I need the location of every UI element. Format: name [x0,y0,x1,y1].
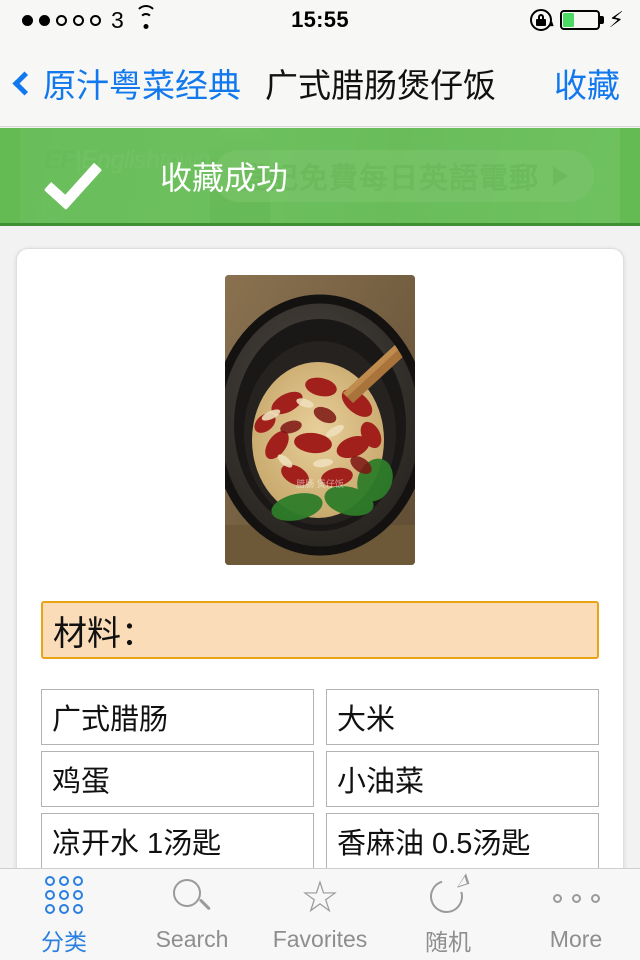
status-bar-clock: 15:55 [291,7,349,32]
ingredients-section-title: 材料： [53,614,155,653]
svg-text:腊肠 煲仔饭: 腊肠 煲仔饭 [296,478,344,490]
tab-search-label: Search [155,926,229,952]
tab-categories[interactable]: 分类 [0,869,128,960]
ingredient-cell: 鸡蛋 [41,751,314,807]
tab-more[interactable]: More [512,869,640,960]
tab-random[interactable]: 随机 [384,869,512,960]
favorite-button[interactable]: 收藏 [554,59,620,107]
app-screen: 3 15:55 ⚡ 原汁粤菜经典 广式腊肠煲仔饭 收藏 收藏成功 腊肠 煲仔饭 … [0,0,640,960]
recipe-photo: 腊肠 煲仔饭 [225,275,415,565]
chevron-left-icon [12,70,37,96]
ingredient-cell: 香麻油 0.5汤匙 [326,813,599,868]
ingredient-label: 广式腊肠 [52,704,169,736]
success-toast: 收藏成功 [0,128,640,226]
ingredient-label: 凉开水 1汤匙 [52,828,222,860]
rotation-lock-icon [529,9,555,31]
ingredient-label: 鸡蛋 [52,766,111,798]
more-dots-icon [552,876,600,920]
ingredient-label: 香麻油 0.5汤匙 [337,828,531,860]
search-icon [172,876,212,920]
tab-favorites-label: Favorites [272,926,368,952]
refresh-icon [424,872,470,919]
tab-categories-label: 分类 [41,928,87,955]
status-bar: 3 15:55 ⚡ [0,0,640,40]
grid-icon [45,873,83,917]
tab-random-label: 随机 [425,928,471,955]
battery-icon [559,10,604,30]
ingredient-cell: 广式腊肠 [41,689,314,745]
back-button[interactable]: 原汁粤菜经典 [12,59,241,107]
tab-more-label: More [549,926,603,952]
content-scroll-area[interactable]: 腊肠 煲仔饭 材料： 广式腊肠 大米 鸡蛋 小油菜 凉开水 1汤匙 香麻油 0.… [0,228,640,868]
page-title: 广式腊肠煲仔饭 [265,67,496,104]
ad-banner-region: EF|Englishtown 登記免費每日英語電郵 收藏成功 [0,128,640,226]
recipe-card: 腊肠 煲仔饭 材料： 广式腊肠 大米 鸡蛋 小油菜 凉开水 1汤匙 香麻油 0.… [16,248,624,868]
lightning-bolt-icon: ⚡ [608,7,624,32]
star-icon: ☆ [300,873,340,922]
navigation-bar: 原汁粤菜经典 广式腊肠煲仔饭 收藏 [0,40,640,127]
tab-favorites[interactable]: ☆ Favorites [256,869,384,960]
ingredients-grid: 广式腊肠 大米 鸡蛋 小油菜 凉开水 1汤匙 香麻油 0.5汤匙 [41,689,599,868]
status-bar-right: ⚡ [529,0,624,40]
ingredient-cell: 小油菜 [326,751,599,807]
ingredient-label: 大米 [337,704,396,736]
ingredient-label: 小油菜 [337,766,425,798]
back-button-label: 原汁粤菜经典 [43,67,241,104]
tab-search[interactable]: Search [128,869,256,960]
checkmark-icon [43,149,103,211]
ingredients-section-header: 材料： [41,601,599,659]
ingredient-cell: 凉开水 1汤匙 [41,813,314,868]
tab-bar: 分类 Search ☆ Favorites 随机 More [0,868,640,960]
toast-message: 收藏成功 [160,159,289,196]
ingredient-cell: 大米 [326,689,599,745]
